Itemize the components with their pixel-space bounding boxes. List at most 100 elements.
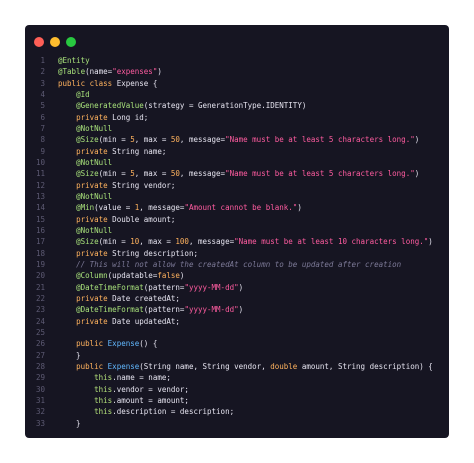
code-token: @Id [76, 89, 90, 99]
code-text: private Long id; [58, 112, 148, 123]
code-line: 9 private String name; [25, 146, 449, 157]
code-token: 50 [170, 169, 180, 179]
line-number: 33 [35, 418, 45, 428]
code-token: this [94, 384, 113, 394]
code-token: @GeneratedValue [76, 101, 144, 111]
code-token: "expenses" [112, 67, 158, 77]
line-number: 31 [35, 395, 45, 405]
code-token: public [58, 78, 86, 88]
minimize-dot-icon[interactable] [50, 37, 60, 47]
code-text: @NotNull [58, 225, 112, 236]
close-dot-icon[interactable] [34, 37, 44, 47]
code-text: private String description; [58, 248, 198, 259]
code-token: (min = [98, 135, 131, 145]
code-token: false [157, 271, 180, 281]
code-token: String vendor; [107, 180, 176, 190]
code-line: 24 private Date updatedAt; [25, 316, 449, 327]
code-line: 33 } [25, 418, 449, 429]
line-number: 19 [35, 259, 45, 269]
line-number: 25 [35, 327, 45, 337]
line-number: 24 [35, 316, 45, 326]
code-token: .description = description; [112, 407, 235, 417]
code-line: 15 private Double amount; [25, 214, 449, 225]
code-token: , max = [134, 169, 171, 179]
code-line: 1 @Entity [25, 55, 449, 66]
code-line: 20 @Column(updatable=false) [25, 270, 449, 281]
code-text: public class Expense { [58, 78, 157, 89]
code-text: @DateTimeFormat(pattern="yyyy-MM-dd") [58, 282, 243, 293]
code-line: 29 this.name = name; [25, 372, 449, 383]
code-token: Long id; [107, 112, 149, 122]
code-token: () { [139, 339, 158, 349]
code-text: private Double amount; [58, 214, 175, 225]
code-token: Expense [107, 361, 140, 371]
code-token: @Column [76, 271, 108, 281]
code-token: @Size [76, 169, 99, 179]
code-token: @NotNull [76, 123, 113, 133]
code-line: 4 @Id [25, 89, 449, 100]
code-token: @NotNull [76, 191, 113, 201]
code-text: @NotNull [58, 191, 112, 202]
code-token: "yyyy-MM-dd" [184, 282, 239, 292]
code-token: (pattern= [143, 305, 185, 315]
code-token: } [58, 350, 81, 360]
code-token: @Entity [58, 56, 90, 65]
code-token: Date updatedAt; [107, 316, 180, 326]
code-text: this.vendor = vendor; [58, 384, 189, 395]
code-token: ) [297, 203, 302, 213]
code-line: 30 this.vendor = vendor; [25, 384, 449, 395]
code-token: String name; [107, 146, 167, 156]
code-token: ) [414, 169, 420, 179]
line-number: 15 [35, 214, 45, 224]
code-token: private [76, 293, 108, 303]
line-number: 5 [40, 101, 45, 111]
line-number: 12 [35, 180, 45, 190]
code-token: private [76, 214, 108, 224]
line-number: 13 [35, 191, 45, 201]
code-token: } [58, 418, 81, 428]
code-text: @Table(name="expenses") [58, 66, 162, 77]
code-token: ) [414, 135, 420, 145]
code-line: 10 @NotNull [25, 157, 449, 168]
code-token: (value = [94, 203, 135, 213]
code-token: "Name must be at least 10 characters lon… [234, 237, 429, 247]
code-token: .vendor = vendor; [112, 384, 189, 394]
code-token: @Size [76, 237, 99, 247]
maximize-dot-icon[interactable] [66, 37, 76, 47]
code-token: double [270, 361, 298, 371]
code-text: this.amount = amount; [58, 395, 189, 406]
code-token: class [89, 78, 113, 88]
code-line: 19 // This will not allow the createdAt … [25, 259, 449, 270]
code-token: // This will not allow the createdAt col… [76, 259, 402, 269]
code-token: 50 [170, 135, 180, 145]
code-token: private [76, 146, 108, 156]
code-text: private String name; [58, 146, 166, 157]
code-token: public [76, 339, 104, 349]
line-number: 21 [35, 282, 45, 292]
code-line: 27 } [25, 350, 449, 361]
code-text: private String vendor; [58, 180, 175, 191]
code-text: this.description = description; [58, 406, 234, 417]
code-token: @Min [76, 203, 95, 213]
code-line: 18 private String description; [25, 248, 449, 259]
line-number: 14 [35, 203, 45, 213]
line-number: 18 [35, 248, 45, 258]
